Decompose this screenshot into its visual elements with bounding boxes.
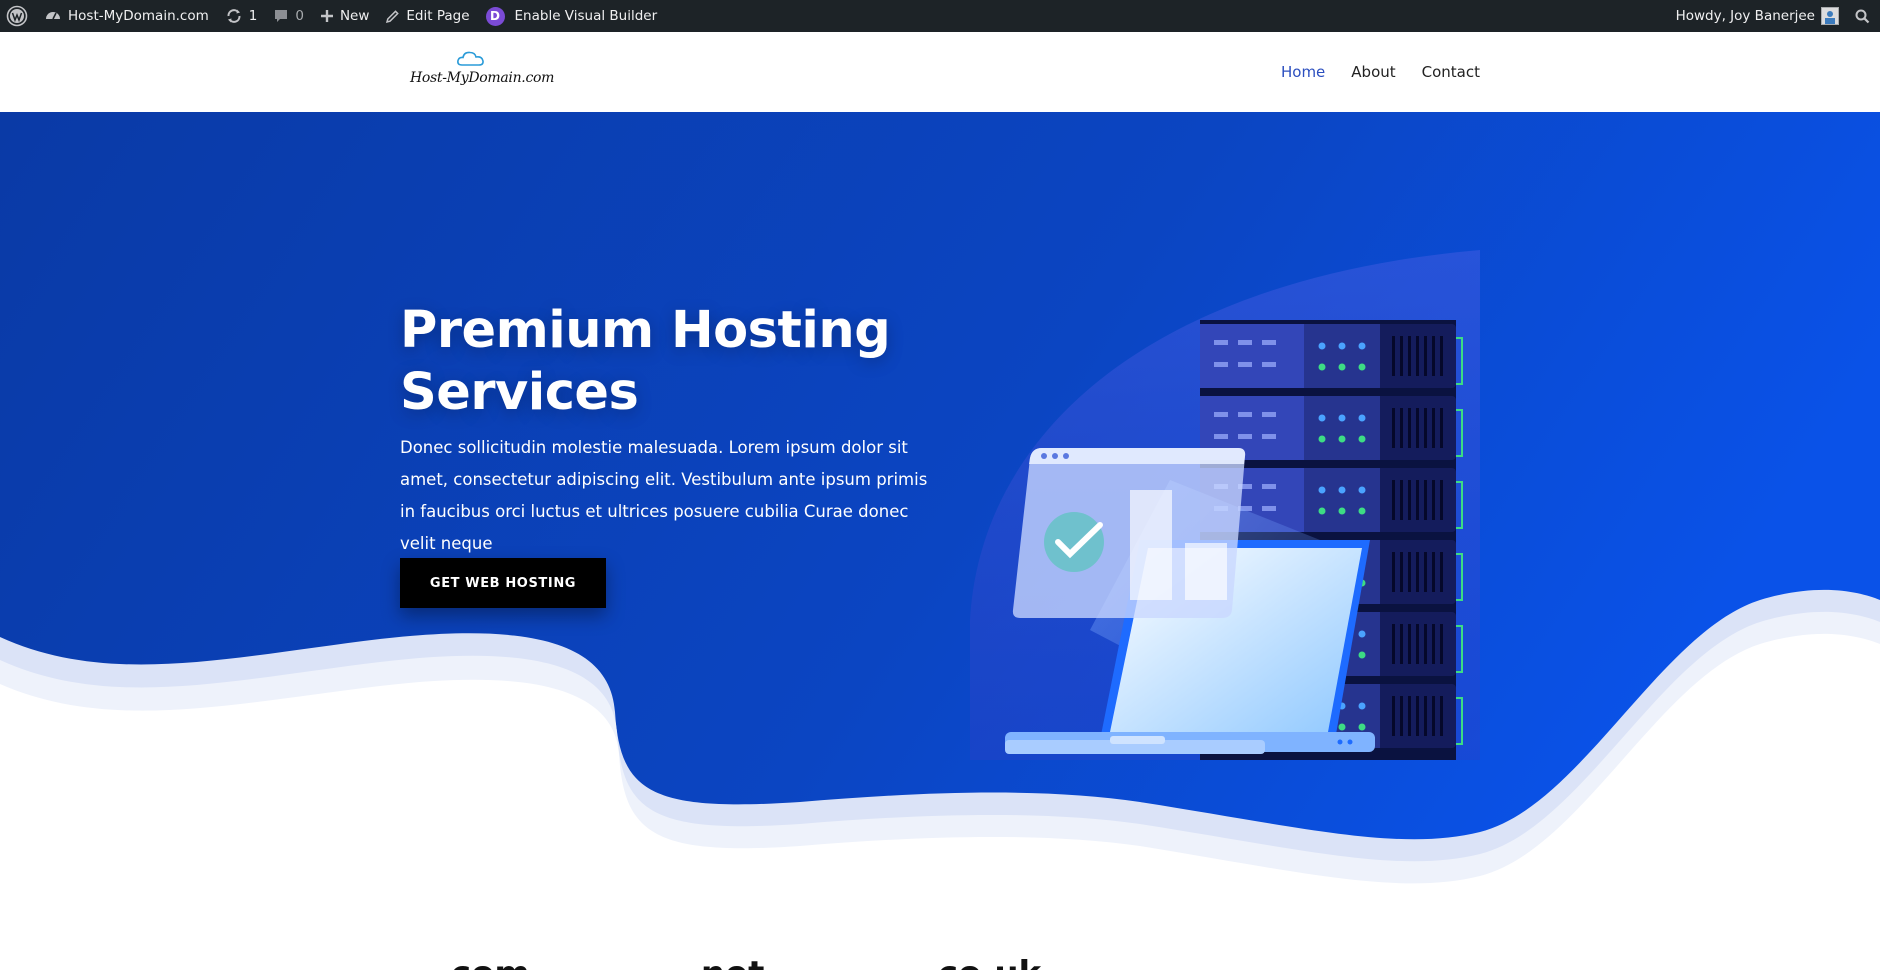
main-nav: Home About Contact [1281,32,1480,112]
site-name-link[interactable]: Host-MyDomain.com [36,0,217,32]
comment-icon [275,10,288,22]
floating-browser-card [1012,448,1246,618]
server-laptop-illustration [970,250,1480,760]
site-header: Host-MyDomain.com Home About Contact [0,32,1880,112]
comments-count: 0 [295,8,304,24]
pencil-icon [386,9,400,23]
account-menu[interactable]: Howdy, Joy Banerjee [1668,0,1847,32]
checkmark-circle [1044,512,1104,572]
divi-icon: D [485,6,505,26]
visual-builder-label: Enable Visual Builder [514,8,658,24]
cloud-icon [457,51,484,66]
updates-link[interactable]: 1 [217,0,266,32]
nav-home[interactable]: Home [1281,63,1325,81]
hero-description: Donec sollicitudin molestie malesuada. L… [400,438,928,553]
new-content-link[interactable]: New [312,0,377,32]
hero-title: Premium Hosting Services [400,300,920,424]
hero-section: Premium Hosting Services Donec sollicitu… [0,112,1880,970]
server-unit [1200,324,1463,388]
edit-page-link[interactable]: Edit Page [377,0,477,32]
visual-builder-link[interactable]: D Enable Visual Builder [478,0,666,32]
nav-contact[interactable]: Contact [1422,63,1480,81]
hero-title-line-2: Services [400,363,639,422]
tld-co-uk: .co.uk [925,954,1041,970]
new-label: New [339,8,370,24]
plus-icon [320,10,333,22]
admin-bar: Host-MyDomain.com 1 0 New Edit Page D En… [0,0,1880,32]
updates-icon [227,9,241,23]
nav-about[interactable]: About [1351,63,1395,81]
dashboard-icon [46,12,60,20]
hero-wave-background [0,112,1880,970]
wordpress-logo-button[interactable] [0,0,36,32]
edit-page-label: Edit Page [406,8,470,24]
admin-search-button[interactable] [1847,0,1880,32]
tld-com: .com [438,954,530,970]
greeting-label: Howdy, Joy Banerjee [1675,8,1815,24]
wordpress-icon [6,5,28,27]
get-web-hosting-button[interactable]: GET WEB HOSTING [400,558,606,608]
site-logo[interactable]: Host-MyDomain.com [404,48,554,96]
hero-title-line-1: Premium Hosting [400,301,891,360]
avatar [1821,7,1839,25]
updates-count: 1 [248,8,258,24]
search-icon [1855,9,1870,23]
site-name-label: Host-MyDomain.com [68,8,209,24]
logo-text: Host-MyDomain.com [410,70,555,86]
comments-link[interactable]: 0 [265,0,312,32]
tld-net: .net [688,954,764,970]
